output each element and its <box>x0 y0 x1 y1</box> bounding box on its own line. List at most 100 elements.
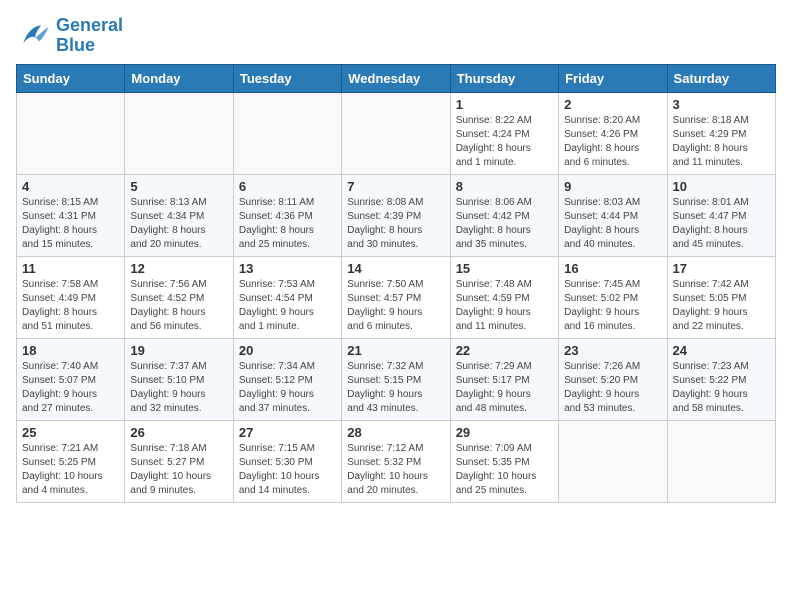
calendar-cell: 27 Sunrise: 7:15 AM Sunset: 5:30 PM Dayli… <box>233 420 341 502</box>
calendar-week-1: 1 Sunrise: 8:22 AM Sunset: 4:24 PM Daylig… <box>17 92 776 174</box>
day-info: Sunrise: 7:48 AM Sunset: 4:59 PM Dayligh… <box>456 278 553 334</box>
day-number: 11 <box>22 261 119 276</box>
day-info: Sunrise: 8:18 AM Sunset: 4:29 PM Dayligh… <box>673 114 770 170</box>
day-info: Sunrise: 7:09 AM Sunset: 5:35 PM Dayligh… <box>456 442 553 498</box>
calendar-cell: 2 Sunrise: 8:20 AM Sunset: 4:26 PM Daylig… <box>559 92 667 174</box>
day-info: Sunrise: 7:26 AM Sunset: 5:20 PM Dayligh… <box>564 360 661 416</box>
day-number: 22 <box>456 343 553 358</box>
calendar-week-4: 18 Sunrise: 7:40 AM Sunset: 5:07 PM Dayli… <box>17 338 776 420</box>
calendar-table: SundayMondayTuesdayWednesdayThursdayFrid… <box>16 64 776 503</box>
calendar-cell: 22 Sunrise: 7:29 AM Sunset: 5:17 PM Dayli… <box>450 338 558 420</box>
day-number: 19 <box>130 343 227 358</box>
calendar-cell: 6 Sunrise: 8:11 AM Sunset: 4:36 PM Daylig… <box>233 174 341 256</box>
day-info: Sunrise: 7:42 AM Sunset: 5:05 PM Dayligh… <box>673 278 770 334</box>
column-header-sunday: Sunday <box>17 64 125 92</box>
day-number: 27 <box>239 425 336 440</box>
day-info: Sunrise: 8:08 AM Sunset: 4:39 PM Dayligh… <box>347 196 444 252</box>
calendar-cell <box>125 92 233 174</box>
day-number: 18 <box>22 343 119 358</box>
calendar-cell: 18 Sunrise: 7:40 AM Sunset: 5:07 PM Dayli… <box>17 338 125 420</box>
calendar-cell: 24 Sunrise: 7:23 AM Sunset: 5:22 PM Dayli… <box>667 338 775 420</box>
logo-text: General Blue <box>56 16 123 56</box>
day-info: Sunrise: 7:29 AM Sunset: 5:17 PM Dayligh… <box>456 360 553 416</box>
day-info: Sunrise: 7:56 AM Sunset: 4:52 PM Dayligh… <box>130 278 227 334</box>
calendar-week-3: 11 Sunrise: 7:58 AM Sunset: 4:49 PM Dayli… <box>17 256 776 338</box>
day-info: Sunrise: 7:15 AM Sunset: 5:30 PM Dayligh… <box>239 442 336 498</box>
calendar-cell: 5 Sunrise: 8:13 AM Sunset: 4:34 PM Daylig… <box>125 174 233 256</box>
day-info: Sunrise: 8:22 AM Sunset: 4:24 PM Dayligh… <box>456 114 553 170</box>
day-number: 28 <box>347 425 444 440</box>
calendar-week-5: 25 Sunrise: 7:21 AM Sunset: 5:25 PM Dayli… <box>17 420 776 502</box>
day-number: 17 <box>673 261 770 276</box>
day-info: Sunrise: 7:23 AM Sunset: 5:22 PM Dayligh… <box>673 360 770 416</box>
day-info: Sunrise: 7:32 AM Sunset: 5:15 PM Dayligh… <box>347 360 444 416</box>
day-info: Sunrise: 8:11 AM Sunset: 4:36 PM Dayligh… <box>239 196 336 252</box>
calendar-cell: 9 Sunrise: 8:03 AM Sunset: 4:44 PM Daylig… <box>559 174 667 256</box>
day-number: 15 <box>456 261 553 276</box>
calendar-cell <box>233 92 341 174</box>
day-info: Sunrise: 7:21 AM Sunset: 5:25 PM Dayligh… <box>22 442 119 498</box>
page-header: General Blue <box>16 16 776 56</box>
day-number: 2 <box>564 97 661 112</box>
day-info: Sunrise: 8:06 AM Sunset: 4:42 PM Dayligh… <box>456 196 553 252</box>
calendar-cell: 19 Sunrise: 7:37 AM Sunset: 5:10 PM Dayli… <box>125 338 233 420</box>
day-info: Sunrise: 8:13 AM Sunset: 4:34 PM Dayligh… <box>130 196 227 252</box>
day-number: 10 <box>673 179 770 194</box>
day-info: Sunrise: 7:34 AM Sunset: 5:12 PM Dayligh… <box>239 360 336 416</box>
calendar-cell: 4 Sunrise: 8:15 AM Sunset: 4:31 PM Daylig… <box>17 174 125 256</box>
calendar-cell: 26 Sunrise: 7:18 AM Sunset: 5:27 PM Dayli… <box>125 420 233 502</box>
calendar-cell: 3 Sunrise: 8:18 AM Sunset: 4:29 PM Daylig… <box>667 92 775 174</box>
calendar-cell: 12Sunrise: 7:56 AM Sunset: 4:52 PM Dayli… <box>125 256 233 338</box>
calendar-cell: 25 Sunrise: 7:21 AM Sunset: 5:25 PM Dayli… <box>17 420 125 502</box>
logo-icon <box>16 18 52 54</box>
day-number: 6 <box>239 179 336 194</box>
day-info: Sunrise: 7:50 AM Sunset: 4:57 PM Dayligh… <box>347 278 444 334</box>
day-number: 9 <box>564 179 661 194</box>
day-info: Sunrise: 7:45 AM Sunset: 5:02 PM Dayligh… <box>564 278 661 334</box>
day-info: Sunrise: 8:20 AM Sunset: 4:26 PM Dayligh… <box>564 114 661 170</box>
day-info: Sunrise: 7:40 AM Sunset: 5:07 PM Dayligh… <box>22 360 119 416</box>
day-number: 23 <box>564 343 661 358</box>
column-header-thursday: Thursday <box>450 64 558 92</box>
day-number: 16 <box>564 261 661 276</box>
day-info: Sunrise: 7:18 AM Sunset: 5:27 PM Dayligh… <box>130 442 227 498</box>
column-header-tuesday: Tuesday <box>233 64 341 92</box>
calendar-cell: 14 Sunrise: 7:50 AM Sunset: 4:57 PM Dayli… <box>342 256 450 338</box>
day-number: 26 <box>130 425 227 440</box>
calendar-cell: 20 Sunrise: 7:34 AM Sunset: 5:12 PM Dayli… <box>233 338 341 420</box>
calendar-cell: 29 Sunrise: 7:09 AM Sunset: 5:35 PM Dayli… <box>450 420 558 502</box>
day-info: Sunrise: 8:15 AM Sunset: 4:31 PM Dayligh… <box>22 196 119 252</box>
calendar-cell: 11 Sunrise: 7:58 AM Sunset: 4:49 PM Dayli… <box>17 256 125 338</box>
day-number: 8 <box>456 179 553 194</box>
day-info: Sunrise: 7:12 AM Sunset: 5:32 PM Dayligh… <box>347 442 444 498</box>
calendar-cell: 15 Sunrise: 7:48 AM Sunset: 4:59 PM Dayli… <box>450 256 558 338</box>
day-number: 1 <box>456 97 553 112</box>
calendar-cell <box>17 92 125 174</box>
calendar-cell: 21 Sunrise: 7:32 AM Sunset: 5:15 PM Dayli… <box>342 338 450 420</box>
column-header-friday: Friday <box>559 64 667 92</box>
calendar-cell <box>667 420 775 502</box>
day-number: 5 <box>130 179 227 194</box>
day-info: Sunrise: 8:01 AM Sunset: 4:47 PM Dayligh… <box>673 196 770 252</box>
day-number: 29 <box>456 425 553 440</box>
column-header-monday: Monday <box>125 64 233 92</box>
day-info: Sunrise: 8:03 AM Sunset: 4:44 PM Dayligh… <box>564 196 661 252</box>
calendar-header-row: SundayMondayTuesdayWednesdayThursdayFrid… <box>17 64 776 92</box>
day-info: Sunrise: 7:53 AM Sunset: 4:54 PM Dayligh… <box>239 278 336 334</box>
day-number: 20 <box>239 343 336 358</box>
day-info: Sunrise: 7:58 AM Sunset: 4:49 PM Dayligh… <box>22 278 119 334</box>
day-number: 14 <box>347 261 444 276</box>
day-number: 4 <box>22 179 119 194</box>
calendar-cell: 1 Sunrise: 8:22 AM Sunset: 4:24 PM Daylig… <box>450 92 558 174</box>
day-number: 13 <box>239 261 336 276</box>
day-number: 21 <box>347 343 444 358</box>
day-number: 7 <box>347 179 444 194</box>
calendar-cell: 8 Sunrise: 8:06 AM Sunset: 4:42 PM Daylig… <box>450 174 558 256</box>
day-number: 25 <box>22 425 119 440</box>
calendar-cell <box>559 420 667 502</box>
calendar-cell: 17 Sunrise: 7:42 AM Sunset: 5:05 PM Dayli… <box>667 256 775 338</box>
day-number: 3 <box>673 97 770 112</box>
day-info: Sunrise: 7:37 AM Sunset: 5:10 PM Dayligh… <box>130 360 227 416</box>
calendar-cell: 10 Sunrise: 8:01 AM Sunset: 4:47 PM Dayli… <box>667 174 775 256</box>
day-number: 24 <box>673 343 770 358</box>
